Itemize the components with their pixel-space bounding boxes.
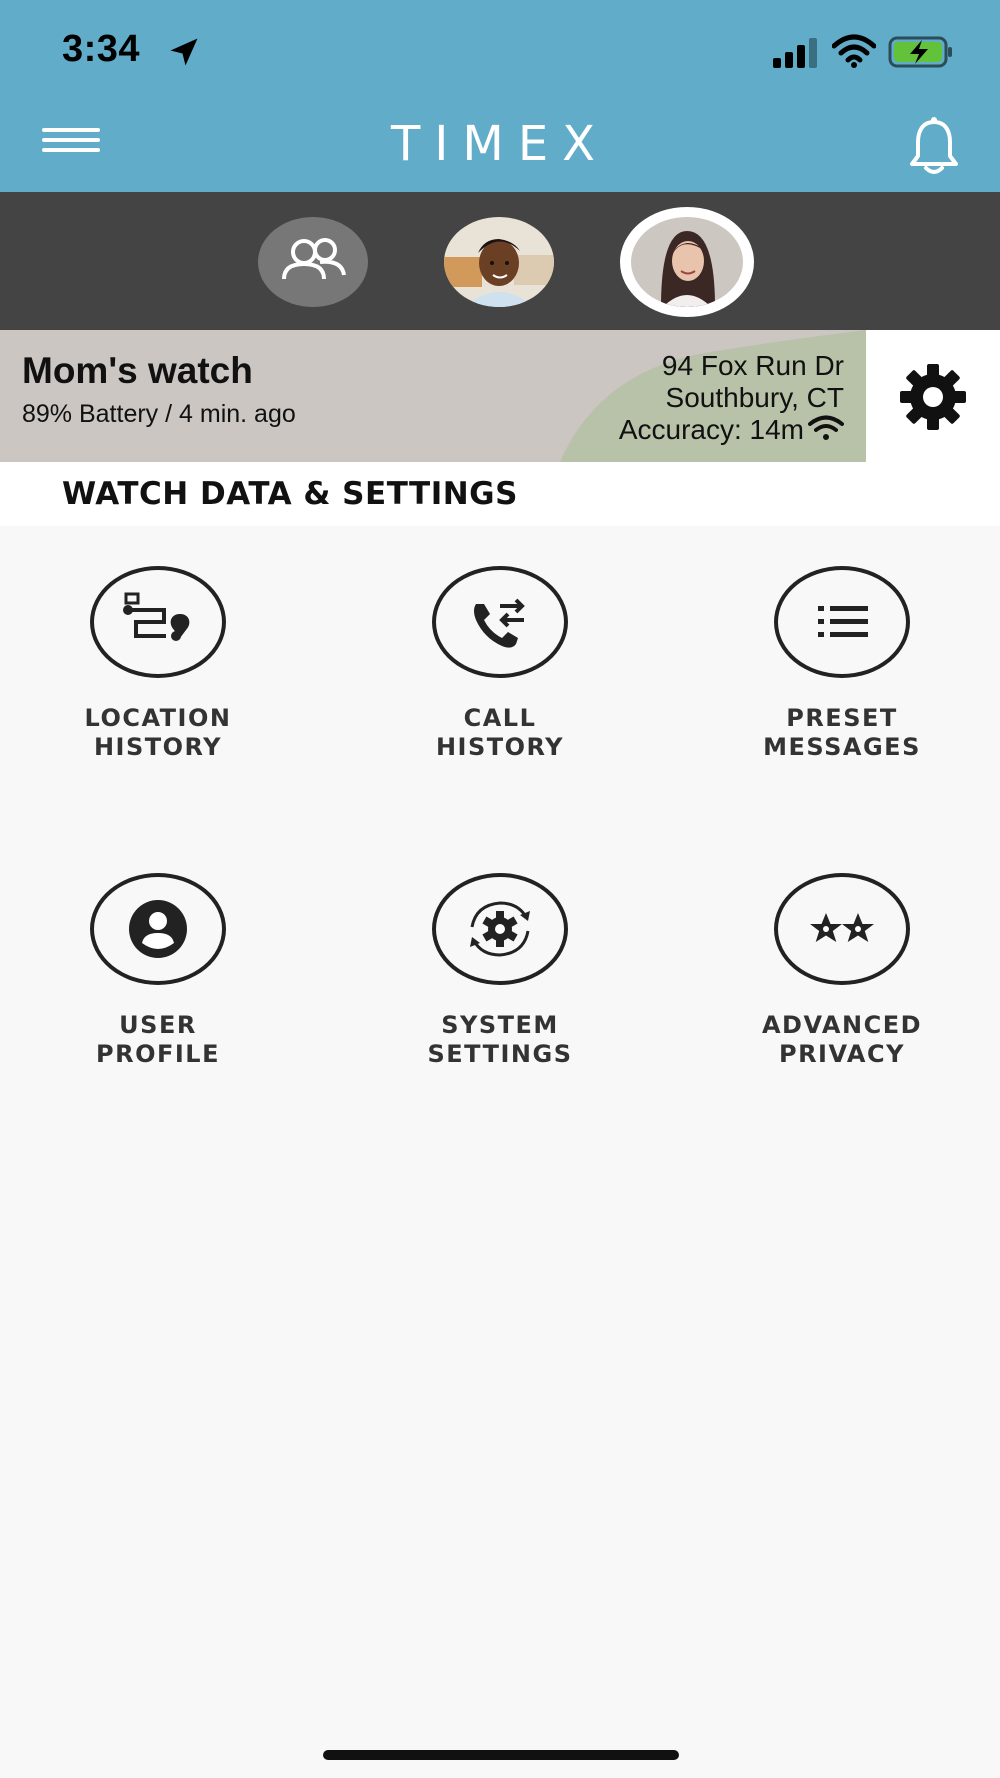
tile-label-line: CALL: [463, 704, 537, 732]
section-header: WATCH DATA & SETTINGS: [0, 462, 1000, 526]
watch-settings-area: [866, 330, 1000, 462]
accuracy-line: Accuracy: 14m: [484, 414, 844, 446]
call-history-label: CALL HISTORY: [390, 704, 610, 762]
tile-label-line: ADVANCED: [761, 1011, 923, 1039]
call-history-button[interactable]: CALL HISTORY: [390, 566, 610, 762]
user-profile-label: USER PROFILE: [48, 1011, 268, 1069]
user-profile-button[interactable]: USER PROFILE: [48, 873, 268, 1069]
stars-icon: [810, 913, 874, 942]
route-pin-icon: [123, 592, 190, 641]
notification-bell-icon[interactable]: [906, 116, 962, 176]
system-settings-icon-ring: [432, 873, 568, 985]
group-icon: [282, 238, 346, 280]
advanced-privacy-icon-ring: [774, 873, 910, 985]
list-icon: [818, 606, 868, 637]
tile-label-line: PRESET: [786, 704, 898, 732]
watch-battery-status: 89% Battery / 4 min. ago: [22, 400, 296, 428]
location-arrow-icon: [170, 38, 198, 66]
wifi-icon: [832, 34, 876, 68]
status-time: 3:34: [62, 28, 141, 70]
preset-messages-icon-ring: [774, 566, 910, 678]
watch-status-card[interactable]: Mom's watch 89% Battery / 4 min. ago 94 …: [0, 330, 866, 462]
section-title: WATCH DATA & SETTINGS: [62, 476, 518, 512]
tile-label-line: SETTINGS: [427, 1040, 573, 1068]
address-line-1: 94 Fox Run Dr: [661, 350, 844, 381]
tile-label-line: PROFILE: [96, 1040, 220, 1068]
address-line-2: Southbury, CT: [665, 382, 844, 413]
tile-label-line: USER: [119, 1011, 197, 1039]
user-circle-icon: [129, 900, 187, 958]
wifi-accuracy-icon: [808, 415, 844, 440]
advanced-privacy-label: ADVANCED PRIVACY: [732, 1011, 952, 1069]
tile-label-line: PRIVACY: [778, 1040, 905, 1068]
preset-messages-label: PRESET MESSAGES: [732, 704, 952, 762]
accuracy-text: Accuracy: 14m: [618, 414, 804, 445]
child-avatar-button[interactable]: [444, 217, 554, 307]
tile-label-line: HISTORY: [93, 733, 223, 761]
tile-label-line: SYSTEM: [441, 1011, 559, 1039]
watch-name: Mom's watch: [22, 350, 253, 391]
battery-charging-icon: [888, 36, 952, 68]
mom-avatar-button[interactable]: [631, 217, 743, 307]
mom-avatar-photo: [631, 217, 743, 307]
tile-label-line: HISTORY: [435, 733, 565, 761]
user-profile-icon-ring: [90, 873, 226, 985]
advanced-privacy-button[interactable]: ADVANCED PRIVACY: [732, 873, 952, 1069]
watch-address: 94 Fox Run Dr Southbury, CT Accuracy: 14…: [484, 350, 844, 446]
cellular-signal-icon: [773, 38, 817, 68]
app-logo: TIMEX: [390, 116, 610, 172]
system-settings-label: SYSTEM SETTINGS: [390, 1011, 610, 1069]
system-settings-button[interactable]: SYSTEM SETTINGS: [390, 873, 610, 1069]
profile-switcher: [0, 192, 1000, 330]
preset-messages-button[interactable]: PRESET MESSAGES: [732, 566, 952, 762]
call-history-icon-ring: [432, 566, 568, 678]
home-indicator[interactable]: [323, 1750, 679, 1760]
hamburger-menu-button[interactable]: [42, 128, 100, 158]
location-history-label: LOCATION HISTORY: [48, 704, 268, 762]
tile-label-line: LOCATION: [84, 704, 232, 732]
location-history-icon-ring: [90, 566, 226, 678]
tile-label-line: MESSAGES: [763, 733, 921, 761]
watch-settings-gear-icon[interactable]: [898, 362, 968, 432]
app-header: 3:34 TIMEX: [0, 0, 1000, 192]
phone-arrows-icon: [474, 598, 525, 648]
child-avatar-photo: [444, 217, 554, 307]
location-history-button[interactable]: LOCATION HISTORY: [48, 566, 268, 762]
group-avatar-button[interactable]: [258, 217, 368, 307]
gear-sync-icon: [470, 901, 530, 957]
